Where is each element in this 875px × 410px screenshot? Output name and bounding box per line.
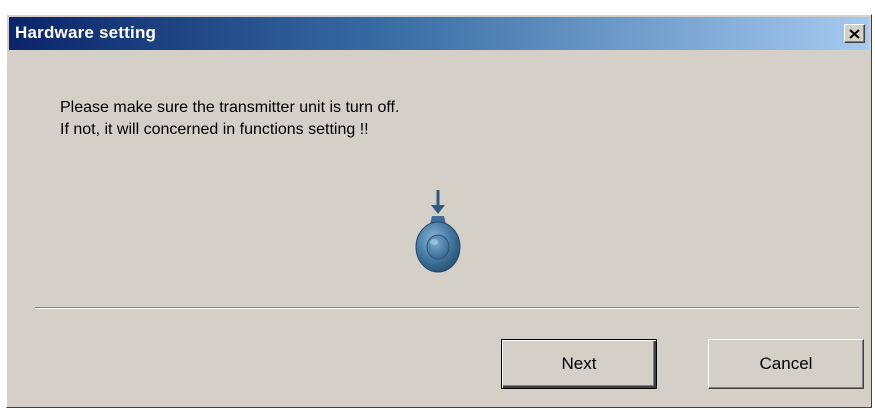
next-button[interactable]: Next xyxy=(501,339,657,389)
close-icon xyxy=(849,28,860,39)
separator-line xyxy=(35,307,859,309)
message-text: Please make sure the transmitter unit is… xyxy=(60,97,399,141)
title-bar[interactable]: Hardware setting xyxy=(9,17,869,50)
message-line-1: Please make sure the transmitter unit is… xyxy=(60,99,400,116)
window-title: Hardware setting xyxy=(15,23,157,42)
cancel-button[interactable]: Cancel xyxy=(708,339,864,389)
power-knob-icon xyxy=(413,189,463,275)
close-button[interactable] xyxy=(844,24,865,43)
hardware-setting-dialog: Hardware setting Please make sure the tr… xyxy=(6,14,872,408)
message-line-2: If not, it will concerned in functions s… xyxy=(60,121,369,138)
